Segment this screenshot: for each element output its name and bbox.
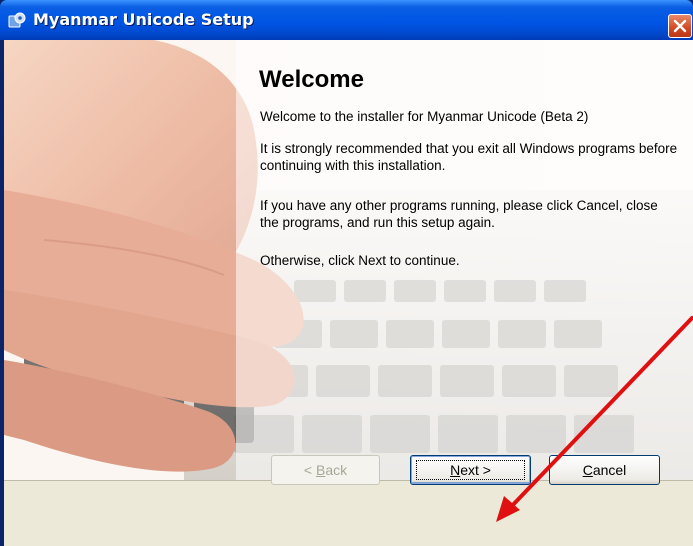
button-bar xyxy=(4,480,693,546)
back-button-accel: B xyxy=(315,462,326,478)
setup-window: Myanmar Unicode Setup Welcome Welcome to… xyxy=(0,0,693,546)
window-title: Myanmar Unicode Setup xyxy=(33,10,254,29)
cancel-instructions-text: If you have any other programs running, … xyxy=(260,198,658,230)
back-button-label-post: ack xyxy=(325,462,348,478)
welcome-heading: Welcome xyxy=(259,66,364,93)
close-button[interactable] xyxy=(668,14,692,38)
back-button-label-pre: < xyxy=(303,462,316,478)
back-button[interactable]: < Back xyxy=(271,455,380,485)
installer-app-icon xyxy=(8,12,26,28)
continue-instruction-text: Otherwise, click Next to continue. xyxy=(260,253,460,268)
exit-programs-text: It is strongly recommended that you exit… xyxy=(260,141,678,173)
welcome-panel: Welcome Welcome to the installer for Mya… xyxy=(4,40,693,480)
focus-rectangle xyxy=(416,460,525,480)
title-bar[interactable]: Myanmar Unicode Setup xyxy=(0,0,693,40)
cancel-button-label-post: ancel xyxy=(592,462,627,478)
close-icon xyxy=(673,19,687,33)
cancel-button[interactable]: Cancel xyxy=(549,455,660,485)
intro-text: Welcome to the installer for Myanmar Uni… xyxy=(260,109,589,124)
next-button[interactable]: Next > xyxy=(410,455,531,485)
cancel-button-accel: C xyxy=(582,462,593,478)
